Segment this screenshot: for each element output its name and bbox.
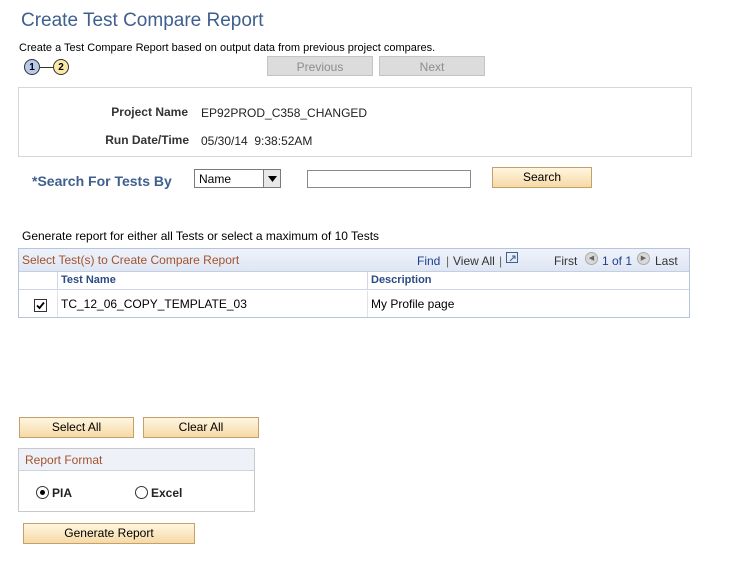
grid-header-bar: Select Test(s) to Create Compare Report …	[19, 249, 689, 272]
next-page-icon[interactable]: ▶	[637, 252, 650, 265]
project-name-value: EP92PROD_C358_CHANGED	[201, 106, 368, 120]
chevron-down-icon[interactable]	[263, 170, 280, 187]
selection-note: Generate report for either all Tests or …	[22, 229, 380, 243]
step-1-indicator[interactable]: 1	[24, 59, 40, 75]
page-subtitle: Create a Test Compare Report based on ou…	[19, 42, 436, 54]
search-by-select[interactable]: Name	[194, 169, 281, 188]
grid-separator: |	[499, 254, 503, 268]
excel-radio[interactable]	[135, 486, 148, 499]
previous-button[interactable]: Previous	[267, 56, 373, 76]
clear-all-button[interactable]: Clear All	[143, 417, 259, 438]
view-all-link[interactable]: View All	[453, 254, 495, 268]
generate-report-button[interactable]: Generate Report	[23, 523, 195, 544]
grid-title: Select Test(s) to Create Compare Report	[22, 253, 240, 267]
search-button[interactable]: Search	[492, 167, 592, 188]
tests-grid: Select Test(s) to Create Compare Report …	[18, 248, 690, 318]
step-connector	[40, 67, 53, 68]
next-button[interactable]: Next	[379, 56, 485, 76]
search-by-selected-value: Name	[199, 172, 232, 186]
page-title: Create Test Compare Report	[21, 10, 264, 31]
previous-page-icon[interactable]: ◀	[585, 252, 598, 265]
zoom-icon[interactable]	[506, 252, 518, 263]
run-datetime-value: 05/30/14 9:38:52AM	[201, 134, 313, 148]
table-cell-test-name: TC_12_06_COPY_TEMPLATE_03	[57, 291, 368, 317]
project-name-label: Project Name	[111, 105, 188, 119]
select-all-button[interactable]: Select All	[19, 417, 134, 438]
row-checkbox[interactable]	[34, 299, 47, 312]
table-cell-description: My Profile page	[367, 291, 689, 317]
excel-radio-label[interactable]: Excel	[151, 486, 182, 500]
find-link[interactable]: Find	[417, 254, 440, 268]
search-by-label: *Search For Tests By	[32, 173, 172, 189]
pia-radio[interactable]	[36, 486, 49, 499]
column-header-select	[19, 272, 57, 290]
report-format-title: Report Format	[25, 453, 103, 467]
run-datetime-label: Run Date/Time	[105, 133, 189, 147]
pia-radio-label[interactable]: PIA	[52, 486, 72, 500]
search-input[interactable]	[307, 170, 471, 188]
report-format-box: Report Format PIA Excel	[18, 448, 255, 512]
last-label[interactable]: Last	[655, 254, 678, 268]
column-header-test-name[interactable]: Test Name	[57, 272, 368, 290]
column-header-description[interactable]: Description	[367, 272, 689, 290]
first-label[interactable]: First	[554, 254, 577, 268]
step-2-indicator[interactable]: 2	[53, 59, 69, 75]
grid-separator: |	[446, 254, 450, 268]
report-format-header: Report Format	[19, 449, 254, 471]
page-info: 1 of 1	[602, 254, 633, 268]
